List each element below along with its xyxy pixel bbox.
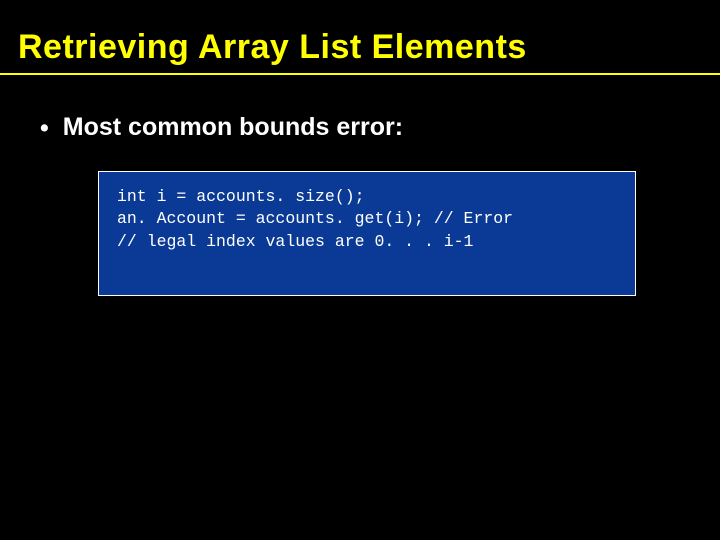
bullet-item: • Most common bounds error: [40, 113, 680, 143]
slide-title: Retrieving Array List Elements [0, 0, 720, 73]
code-line-3: // legal index values are 0. . . i-1 [117, 232, 473, 251]
code-line-1: int i = accounts. size(); [117, 187, 365, 206]
slide: Retrieving Array List Elements • Most co… [0, 0, 720, 540]
slide-body: • Most common bounds error: int i = acco… [0, 75, 720, 296]
code-line-2: an. Account = accounts. get(i); // Error [117, 209, 513, 228]
bullet-text: Most common bounds error: [63, 113, 403, 142]
code-content: int i = accounts. size(); an. Account = … [117, 186, 617, 253]
bullet-dot-icon: • [40, 113, 49, 143]
code-box: int i = accounts. size(); an. Account = … [98, 171, 636, 296]
